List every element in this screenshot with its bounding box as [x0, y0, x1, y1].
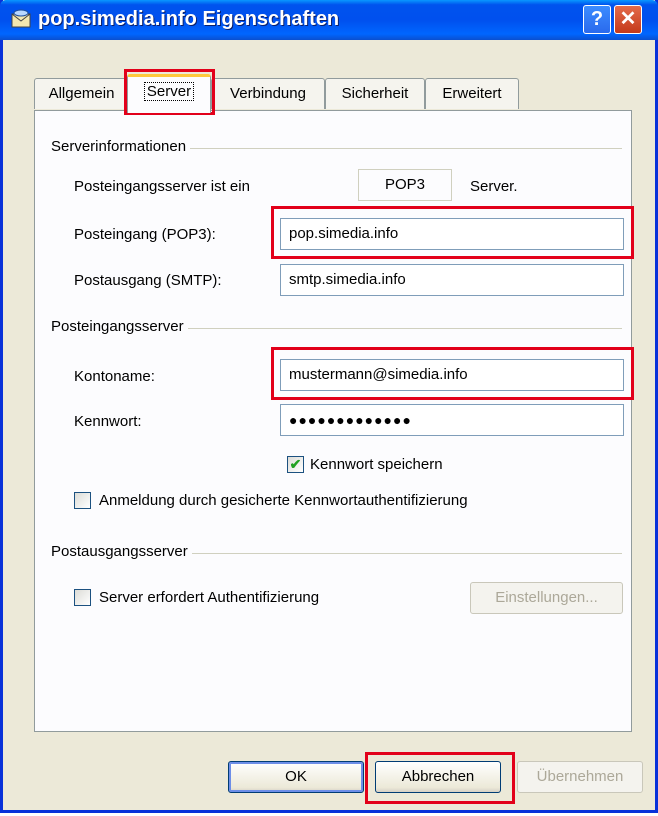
title-bar[interactable]: pop.simedia.info Eigenschaften ? ✕	[0, 0, 658, 40]
tab-label: Verbindung	[230, 85, 306, 102]
server-type-suffix: Server.	[470, 178, 518, 195]
tab-server[interactable]: Server	[127, 74, 211, 113]
tab-verbindung[interactable]: Verbindung	[211, 78, 325, 109]
highlight-cancel-button	[365, 752, 515, 804]
smtp-label: Postausgang (SMTP):	[74, 272, 222, 289]
window-title: pop.simedia.info Eigenschaften	[38, 8, 340, 30]
save-password-label[interactable]: Kennwort speichern	[310, 456, 443, 473]
password-label: Kennwort:	[74, 413, 142, 430]
pop3-label: Posteingang (POP3):	[74, 226, 216, 243]
account-name-label: Kontoname:	[74, 368, 155, 385]
highlight-account-field	[271, 347, 634, 400]
smtp-auth-checkbox[interactable]	[74, 589, 91, 606]
tab-label: Erweitert	[442, 85, 502, 102]
group-outgoing: Postausgangsserver	[51, 543, 192, 560]
apply-button[interactable]: Übernehmen	[517, 761, 643, 793]
properties-dialog: pop.simedia.info Eigenschaften ? ✕ Allge…	[0, 0, 658, 813]
save-password-checkbox[interactable]: ✔	[287, 456, 304, 473]
smtp-server-input[interactable]: smtp.simedia.info	[280, 264, 624, 296]
help-button[interactable]: ?	[583, 5, 611, 34]
group-incoming: Posteingangsserver	[51, 318, 188, 335]
smtp-auth-label[interactable]: Server erfordert Authentifizierung	[99, 589, 319, 606]
server-type-value: POP3	[358, 169, 452, 201]
spa-label[interactable]: Anmeldung durch gesicherte Kennwortauthe…	[99, 492, 468, 509]
ok-button[interactable]: OK	[228, 761, 364, 793]
spa-checkbox[interactable]	[74, 492, 91, 509]
server-type-label: Posteingangsserver ist ein	[74, 178, 250, 195]
tab-erweitert[interactable]: Erweitert	[425, 78, 519, 109]
tab-label: Allgemein	[48, 85, 115, 102]
tab-sicherheit[interactable]: Sicherheit	[325, 78, 425, 109]
tab-label: Server	[143, 82, 195, 101]
settings-button[interactable]: Einstellungen...	[470, 582, 623, 614]
highlight-pop3-field	[271, 206, 634, 259]
group-server-info: Serverinformationen	[51, 138, 191, 155]
password-input[interactable]: ●●●●●●●●●●●●●	[280, 404, 624, 436]
tab-label: Sicherheit	[341, 85, 409, 102]
mail-account-icon	[11, 9, 31, 28]
close-button[interactable]: ✕	[614, 5, 642, 34]
tab-allgemein[interactable]: Allgemein	[34, 78, 129, 109]
